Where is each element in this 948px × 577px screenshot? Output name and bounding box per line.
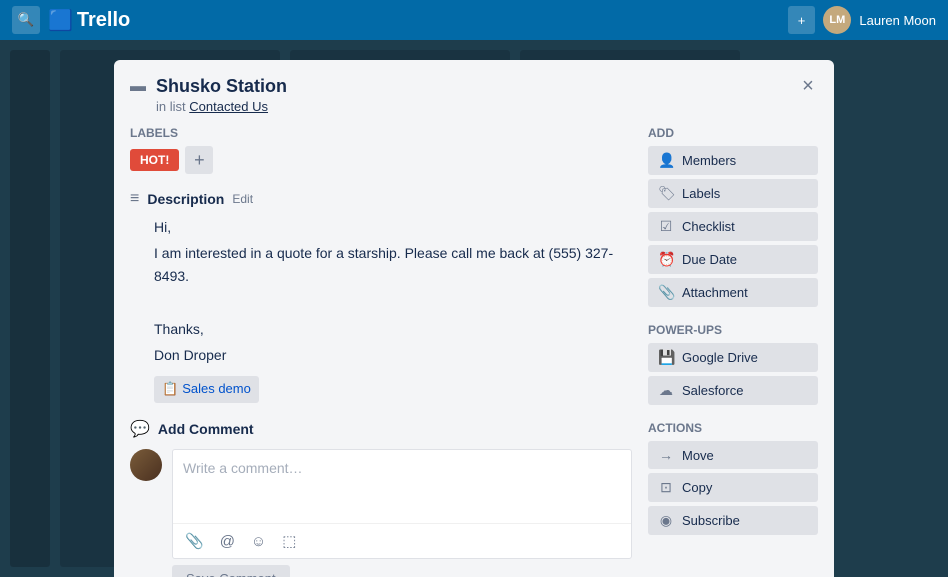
add-label-button[interactable]: + [185,146,213,174]
comment-header-title: Add Comment [158,421,254,437]
trello-logo-text: Trello [77,9,130,32]
add-label-icon: + [194,150,205,171]
comment-section: 💬 Add Comment 📎 @ ☺ ⬚ [130,419,632,577]
user-name: Lauren Moon [859,13,936,28]
description-title: Description [147,191,224,207]
commenter-avatar [130,449,162,481]
attachment-icon: 📎 [658,284,674,301]
modal-body: Labels HOT! + ≡ Description Edit [130,126,818,577]
modal-subtitle: in list Contacted Us [156,99,287,114]
description-header: ≡ Description Edit [130,190,632,208]
description-line-4: Don Droper [154,344,632,366]
search-button[interactable]: 🔍 [12,6,40,34]
mention-icon-btn[interactable]: @ [216,530,239,552]
description-edit-link[interactable]: Edit [232,192,253,206]
actions-section: Actions → Move ⊡ Copy ◉ Subscribe [648,421,818,535]
actions-section-title: Actions [648,421,818,435]
google-drive-icon: 💾 [658,349,674,366]
add-section-title: Add [648,126,818,140]
labels-icon: 🏷 [658,185,674,202]
labels-section-title: Labels [130,126,632,140]
card-modal: × ▬ Shusko Station in list Contacted Us … [114,60,834,577]
modal-overlay: × ▬ Shusko Station in list Contacted Us … [0,40,948,577]
description-line-1: I am interested in a quote for a starshi… [154,242,632,287]
modal-main: Labels HOT! + ≡ Description Edit [130,126,632,577]
subscribe-button[interactable]: ◉ Subscribe [648,506,818,535]
modal-header-text: Shusko Station in list Contacted Us [156,76,287,114]
due-date-button[interactable]: ⏰ Due Date [648,245,818,274]
sales-demo-icon: 📋 [162,379,178,400]
labels-row: HOT! + [130,146,632,174]
sales-demo-link[interactable]: 📋 Sales demo [154,376,259,403]
copy-icon: ⊡ [658,479,674,496]
modal-close-button[interactable]: × [794,72,822,100]
subscribe-icon: ◉ [658,512,674,529]
list-name-link[interactable]: Contacted Us [189,99,268,114]
attachment-button[interactable]: 📎 Attachment [648,278,818,307]
due-date-icon: ⏰ [658,251,674,268]
add-section: Add 👤 Members 🏷 Labels ☑ Checklist ⏰ [648,126,818,307]
description-icon: ≡ [130,190,139,208]
checklist-button[interactable]: ☑ Checklist [648,212,818,241]
move-button[interactable]: → Move [648,441,818,469]
labels-section: Labels HOT! + [130,126,632,174]
image-icon-btn[interactable]: ⬚ [278,530,300,552]
salesforce-icon: ☁ [658,382,674,399]
trello-logo-icon: 🟦 [48,8,73,33]
comment-toolbar: 📎 @ ☺ ⬚ [173,523,631,558]
comment-header: 💬 Add Comment [130,419,632,439]
comment-row: 📎 @ ☺ ⬚ [130,449,632,559]
comment-input[interactable] [173,450,631,520]
add-button[interactable]: + [788,6,816,34]
google-drive-button[interactable]: 💾 Google Drive [648,343,818,372]
comment-input-wrapper: 📎 @ ☺ ⬚ [172,449,632,559]
modal-sidebar: Add 👤 Members 🏷 Labels ☑ Checklist ⏰ [648,126,818,577]
trello-logo: 🟦 Trello [48,8,130,33]
card-type-icon: ▬ [130,78,146,96]
modal-title: Shusko Station [156,76,287,97]
labels-button[interactable]: 🏷 Labels [648,179,818,208]
copy-button[interactable]: ⊡ Copy [648,473,818,502]
top-bar: 🔍 🟦 Trello + LM Lauren Moon [0,0,948,40]
description-body: Hi, I am interested in a quote for a sta… [130,216,632,403]
hot-label-badge[interactable]: HOT! [130,149,179,171]
close-icon: × [802,75,814,98]
move-icon: → [658,447,674,463]
powerups-section: Power-Ups 💾 Google Drive ☁ Salesforce [648,323,818,405]
top-bar-right: + LM Lauren Moon [788,6,936,34]
top-bar-left: 🔍 🟦 Trello [12,6,130,34]
user-avatar[interactable]: LM [823,6,851,34]
checklist-icon: ☑ [658,218,674,235]
attach-icon-btn[interactable]: 📎 [181,530,208,552]
description-line-0: Hi, [154,216,632,238]
salesforce-button[interactable]: ☁ Salesforce [648,376,818,405]
comment-icon: 💬 [130,419,150,439]
members-button[interactable]: 👤 Members [648,146,818,175]
description-section: ≡ Description Edit Hi, I am interested i… [130,190,632,403]
modal-header: ▬ Shusko Station in list Contacted Us [130,76,818,114]
members-icon: 👤 [658,152,674,169]
powerups-section-title: Power-Ups [648,323,818,337]
emoji-icon-btn[interactable]: ☺ [247,530,270,552]
save-comment-button[interactable]: Save Comment [172,565,290,577]
description-line-3: Thanks, [154,318,632,340]
